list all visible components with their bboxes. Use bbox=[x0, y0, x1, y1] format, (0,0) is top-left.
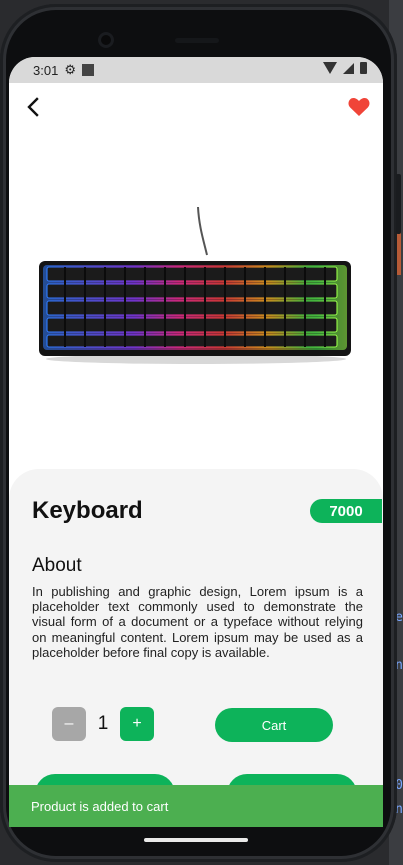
volume-button bbox=[396, 174, 401, 234]
chevron-left-icon bbox=[27, 97, 39, 117]
back-button[interactable] bbox=[21, 95, 45, 119]
status-bar: 3:01 ⚙ bbox=[9, 57, 383, 83]
square-icon bbox=[81, 64, 94, 76]
app-screen: 3:01 ⚙ Keyboard 7000 About In publishing… bbox=[9, 57, 383, 827]
add-to-cart-button[interactable]: Cart bbox=[215, 708, 333, 742]
wifi-icon bbox=[323, 62, 337, 74]
decrease-quantity-button[interactable]: – bbox=[52, 707, 86, 741]
quantity-value: 1 bbox=[97, 713, 109, 734]
phone-frame: 3:01 ⚙ Keyboard 7000 About In publishing… bbox=[0, 4, 401, 862]
keyboard-image bbox=[39, 207, 351, 364]
favorite-button[interactable] bbox=[347, 95, 371, 119]
increase-quantity-button[interactable]: + bbox=[120, 707, 154, 741]
earpiece-speaker bbox=[175, 38, 219, 43]
gear-icon: ⚙ bbox=[64, 62, 76, 77]
about-heading: About bbox=[32, 555, 82, 576]
battery-icon bbox=[360, 62, 367, 74]
signal-icon bbox=[343, 62, 354, 74]
home-indicator[interactable] bbox=[144, 838, 248, 842]
quantity-stepper: – 1 + bbox=[52, 707, 154, 741]
heart-icon bbox=[348, 97, 370, 116]
product-details-sheet: Keyboard 7000 About In publishing and gr… bbox=[9, 469, 383, 827]
price-badge: 7000 bbox=[310, 499, 382, 523]
front-camera bbox=[98, 32, 114, 48]
snackbar-toast: Product is added to cart bbox=[9, 785, 383, 827]
status-icons bbox=[323, 62, 367, 74]
status-time: 3:01 bbox=[33, 62, 59, 78]
about-description: In publishing and graphic design, Lorem … bbox=[32, 584, 363, 660]
product-title: Keyboard bbox=[32, 497, 143, 524]
